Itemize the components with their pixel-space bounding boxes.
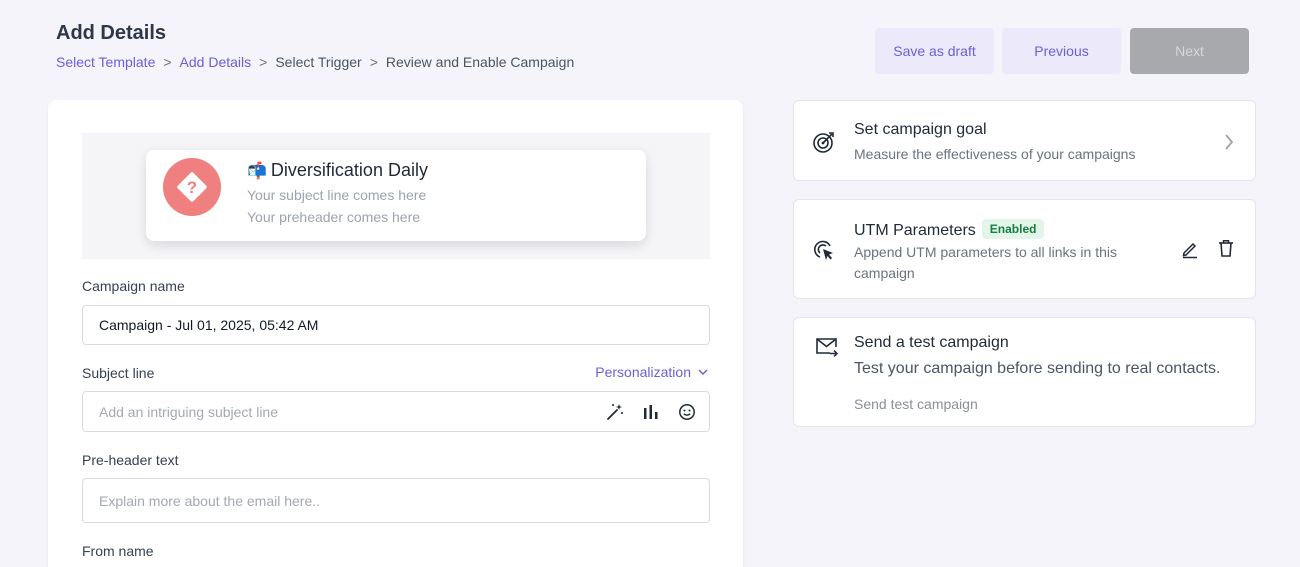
target-icon: [813, 132, 834, 153]
from-name-label: From name: [82, 543, 154, 559]
personalization-dropdown[interactable]: Personalization: [595, 364, 709, 380]
page-title: Add Details: [56, 22, 167, 44]
subject-line-placeholder: Add an intriguing subject line: [99, 403, 279, 420]
email-preview-area: ? 📬 Diversification Daily Your subject l…: [82, 133, 710, 259]
edit-pencil-icon[interactable]: [1180, 239, 1200, 259]
campaign-name-value: Campaign - Jul 01, 2025, 05:42 AM: [99, 317, 319, 333]
utm-desc-line-2: campaign: [854, 265, 915, 281]
bar-chart-icon[interactable]: [641, 402, 661, 422]
campaign-name-label: Campaign name: [82, 278, 185, 294]
breadcrumb-select-trigger: Select Trigger: [275, 54, 362, 70]
campaign-goal-title: Set campaign goal: [854, 121, 987, 138]
trash-icon[interactable]: [1216, 238, 1236, 258]
mail-send-icon: [816, 338, 839, 358]
utm-title-row: UTM Parameters Enabled: [854, 219, 1045, 240]
preview-subject: Your subject line comes here: [247, 187, 427, 203]
question-diamond-icon: ?: [177, 172, 207, 202]
save-draft-button[interactable]: Save as draft: [875, 28, 994, 74]
subject-line-input[interactable]: Add an intriguing subject line: [82, 391, 710, 432]
email-preview-card: ? 📬 Diversification Daily Your subject l…: [146, 150, 646, 241]
preheader-label: Pre-header text: [82, 452, 179, 468]
sender-row: 📬 Diversification Daily: [247, 160, 428, 181]
breadcrumb-select-template[interactable]: Select Template: [56, 54, 155, 70]
preheader-input[interactable]: Explain more about the email here..: [82, 478, 710, 523]
campaign-goal-desc: Measure the effectiveness of your campai…: [854, 146, 1136, 162]
send-test-card: Send a test campaign Test your campaign …: [793, 317, 1256, 427]
chevron-down-icon: [698, 369, 708, 376]
mailbox-icon: 📬: [247, 162, 267, 180]
sender-name: Diversification Daily: [270, 160, 428, 180]
utm-desc-line-1: Append UTM parameters to all links in th…: [854, 244, 1117, 260]
cursor-click-icon: [814, 240, 833, 260]
next-button[interactable]: Next: [1130, 28, 1249, 74]
send-test-title: Send a test campaign: [854, 334, 1009, 351]
breadcrumb-separator: >: [369, 54, 378, 70]
subject-line-label: Subject line: [82, 365, 155, 381]
preview-preheader: Your preheader comes here: [247, 209, 421, 225]
utm-parameters-card: UTM Parameters Enabled Append UTM paramet…: [793, 199, 1256, 299]
utm-desc: Append UTM parameters to all links in th…: [854, 242, 1117, 284]
previous-button[interactable]: Previous: [1002, 28, 1121, 74]
send-test-desc: Test your campaign before sending to rea…: [854, 360, 1221, 377]
breadcrumb-separator: >: [163, 54, 172, 70]
subject-tools: [605, 392, 697, 431]
campaign-goal-card[interactable]: Set campaign goal Measure the effectiven…: [793, 100, 1256, 181]
chevron-right-icon: [1225, 134, 1234, 150]
preheader-placeholder: Explain more about the email here..: [99, 492, 321, 509]
status-badge: Enabled: [981, 219, 1045, 239]
utm-title: UTM Parameters: [854, 222, 976, 239]
sender-avatar: ?: [163, 158, 221, 216]
campaign-details-card: ? 📬 Diversification Daily Your subject l…: [48, 100, 743, 567]
campaign-name-input[interactable]: Campaign - Jul 01, 2025, 05:42 AM: [82, 305, 710, 345]
breadcrumb-separator: >: [259, 54, 268, 70]
breadcrumb-review-enable: Review and Enable Campaign: [385, 54, 575, 70]
emoji-icon[interactable]: [677, 402, 697, 422]
send-test-link[interactable]: Send test campaign: [854, 394, 978, 415]
magic-wand-icon[interactable]: [605, 402, 625, 422]
svg-text:?: ?: [187, 178, 197, 197]
breadcrumb-add-details[interactable]: Add Details: [180, 54, 252, 70]
personalization-label: Personalization: [595, 364, 691, 380]
breadcrumb: Select Template > Add Details > Select T…: [56, 54, 574, 70]
